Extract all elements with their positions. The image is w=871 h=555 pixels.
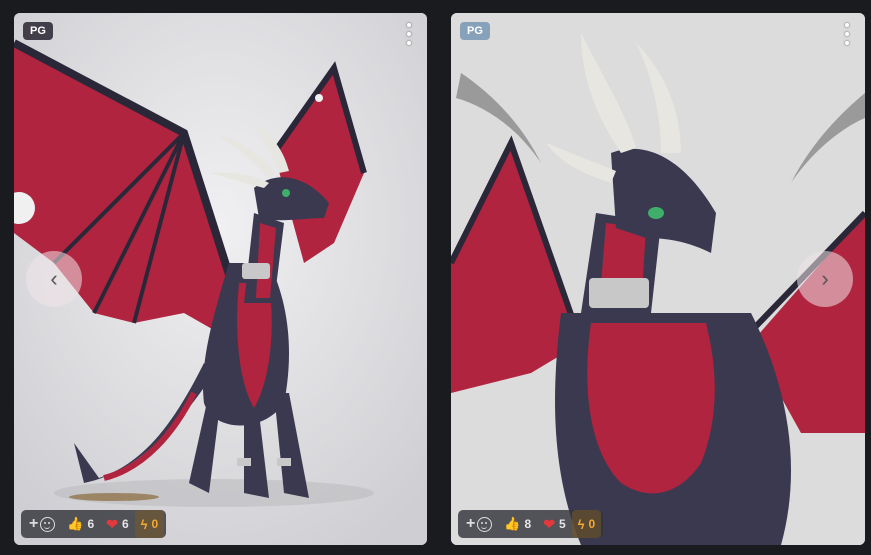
tip-count: 0	[588, 517, 596, 531]
more-options-button[interactable]	[839, 23, 855, 45]
heart-icon: ❤	[543, 515, 555, 532]
reactions-bar: + 👍 8 ❤ 5 ϟ 0	[458, 510, 604, 538]
lightning-icon: ϟ	[140, 516, 148, 532]
rating-badge: PG	[460, 22, 490, 40]
tip-button[interactable]: ϟ 0	[571, 510, 602, 538]
chevron-left-icon: ‹	[50, 266, 58, 291]
smiley-icon	[40, 516, 56, 532]
heart-count: 6	[121, 517, 129, 531]
add-reaction-button[interactable]: +	[23, 510, 61, 538]
dot-icon	[407, 32, 411, 36]
dot-icon	[845, 23, 849, 27]
heart-count: 5	[558, 517, 566, 531]
thumbs-up-icon: 👍	[67, 516, 84, 531]
next-image-button[interactable]: ›	[797, 251, 853, 307]
chevron-right-icon: ›	[821, 266, 829, 291]
dot-icon	[407, 23, 411, 27]
thumbs-up-icon: 👍	[504, 516, 521, 531]
image-card-1[interactable]: PG ‹ + 👍 6 ❤ 6 ϟ 0	[14, 13, 427, 545]
heart-reaction-button[interactable]: ❤ 5	[537, 510, 571, 538]
add-reaction-button[interactable]: +	[460, 510, 498, 538]
heart-reaction-button[interactable]: ❤ 6	[100, 510, 134, 538]
tip-count: 0	[151, 517, 159, 531]
like-count: 6	[87, 517, 95, 531]
smiley-icon	[477, 516, 493, 532]
reactions-bar: + 👍 6 ❤ 6 ϟ 0	[21, 510, 167, 538]
like-reaction-button[interactable]: 👍 6	[61, 510, 100, 538]
dot-icon	[845, 32, 849, 36]
plus-icon: +	[466, 515, 476, 532]
like-count: 8	[524, 517, 532, 531]
dot-icon	[845, 41, 849, 45]
lightning-icon: ϟ	[577, 516, 585, 532]
heart-icon: ❤	[106, 515, 118, 532]
more-options-button[interactable]	[401, 23, 417, 45]
like-reaction-button[interactable]: 👍 8	[498, 510, 537, 538]
rating-badge: PG	[23, 22, 53, 40]
dot-icon	[407, 41, 411, 45]
previous-image-button[interactable]: ‹	[26, 251, 82, 307]
tip-button[interactable]: ϟ 0	[134, 510, 165, 538]
image-card-2[interactable]: PG › + 👍 8 ❤ 5 ϟ 0	[451, 13, 865, 545]
plus-icon: +	[29, 515, 39, 532]
